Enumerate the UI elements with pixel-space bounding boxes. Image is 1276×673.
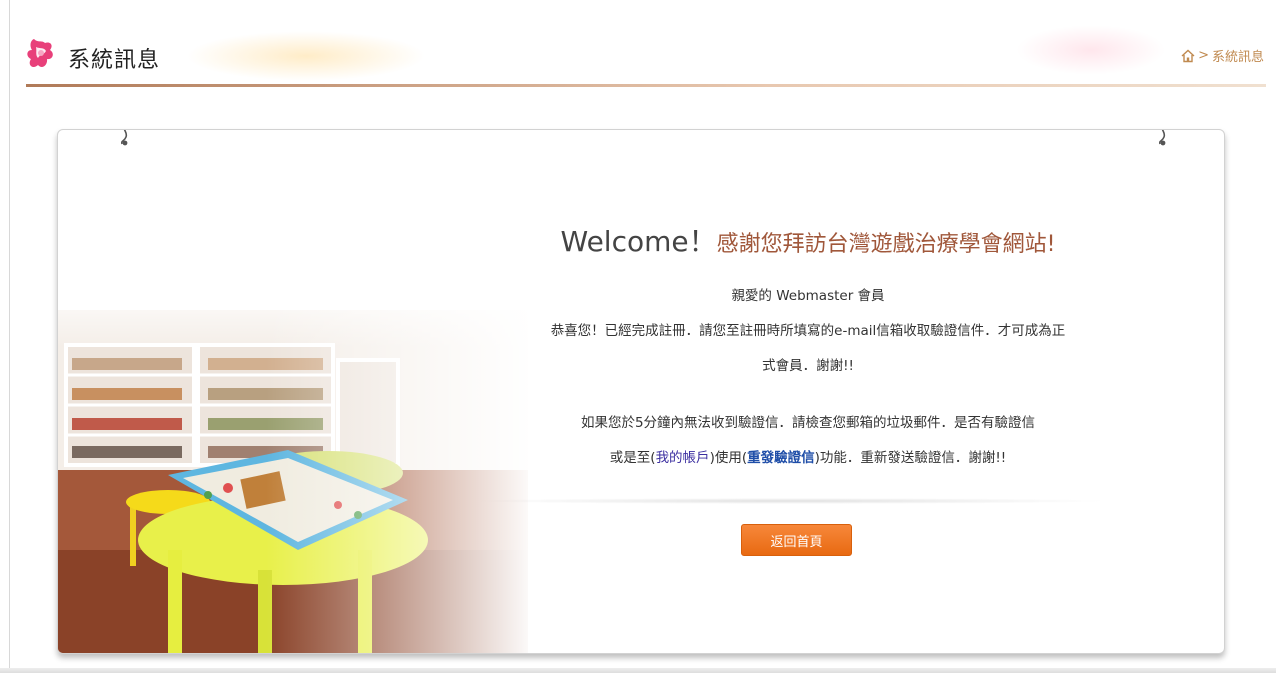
- page-header: 系統訊息 > 系統訊息: [26, 25, 1266, 87]
- message-body: 親愛的 Webmaster 會員 恭喜您！已經完成註冊．請您至註冊時所填寫的e-…: [463, 279, 1153, 476]
- breadcrumb-separator: >: [1198, 48, 1209, 63]
- content-divider: [470, 498, 1110, 504]
- hook-left-icon: [121, 130, 128, 146]
- header-divider: [26, 84, 1266, 87]
- welcome-english: Welcome！: [560, 225, 717, 258]
- header-glow-decoration-right: [1016, 25, 1166, 75]
- page-title: 系統訊息: [68, 48, 161, 73]
- logo-icon: [27, 39, 53, 68]
- hook-right-icon: [1159, 130, 1166, 146]
- message-card: Welcome！感謝您拜訪台灣遊戲治療學會網站! 親愛的 Webmaster 會…: [57, 129, 1225, 654]
- frame-bottom-border: [0, 668, 1276, 673]
- resend-verification-link[interactable]: 重發驗證信: [747, 450, 815, 466]
- registration-text-line2: 式會員．謝謝!!: [762, 358, 854, 374]
- help-text-line2: 或是至(我的帳戶)使用(重發驗證信)功能．重新發送驗證信．謝謝!!: [463, 441, 1153, 476]
- breadcrumb: > 系統訊息: [1181, 46, 1264, 65]
- help-text-prefix: 或是至(: [609, 450, 656, 466]
- help-text-suffix: )功能．重新發送驗證信．謝謝!!: [814, 450, 1007, 466]
- welcome-heading: Welcome！感謝您拜訪台灣遊戲治療學會網站!: [463, 220, 1153, 267]
- registration-text-line1: 恭喜您！已經完成註冊．請您至註冊時所填寫的e-mail信箱收取驗證信件．才可成為…: [550, 323, 1066, 339]
- breadcrumb-current: 系統訊息: [1211, 50, 1264, 65]
- my-account-link[interactable]: 我的帳戶: [656, 450, 710, 466]
- message-content: Welcome！感謝您拜訪台灣遊戲治療學會網站! 親愛的 Webmaster 會…: [463, 220, 1153, 476]
- header-glow-decoration: [186, 31, 426, 81]
- greeting-text: 親愛的 Webmaster 會員: [731, 288, 885, 304]
- help-text-line1: 如果您於5分鐘內無法收到驗證信．請檢查您郵箱的垃圾郵件．是否有驗證信: [580, 415, 1036, 431]
- welcome-chinese: 感謝您拜訪台灣遊戲治療學會網站!: [716, 232, 1056, 257]
- home-icon[interactable]: [1181, 49, 1195, 63]
- back-home-button[interactable]: 返回首頁: [741, 524, 852, 556]
- frame-left-border: [9, 0, 10, 673]
- help-text-middle: )使用(: [709, 450, 748, 466]
